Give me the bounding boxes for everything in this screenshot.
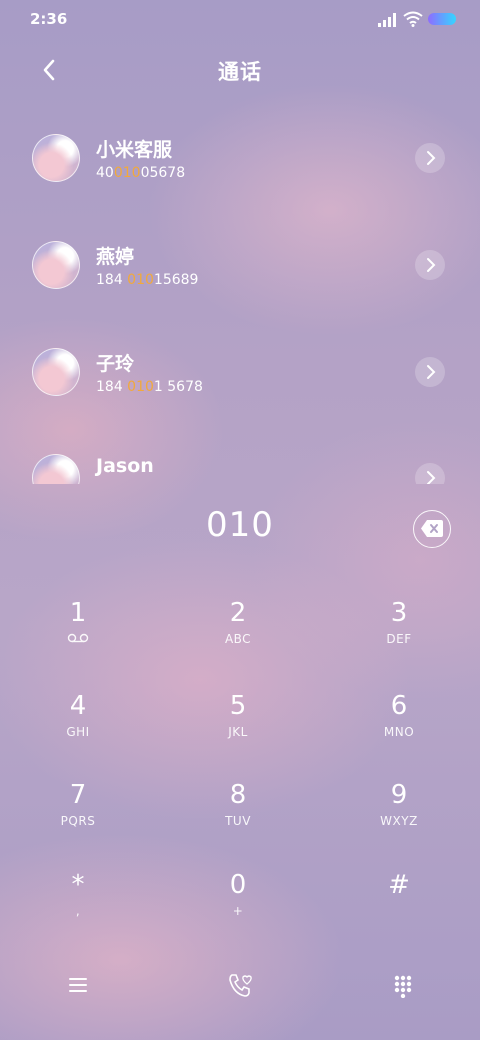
contact-number: 4001005678 bbox=[96, 165, 186, 181]
key-4[interactable]: 4 GHI bbox=[18, 691, 138, 761]
contact-name: 子玲 bbox=[96, 353, 135, 375]
key-9[interactable]: 9 WXYZ bbox=[339, 780, 459, 850]
contact-detail-button[interactable] bbox=[415, 143, 445, 173]
avatar bbox=[32, 348, 80, 396]
chevron-right-icon bbox=[427, 258, 436, 272]
backspace-icon bbox=[421, 520, 443, 537]
contact-name: 燕婷 bbox=[96, 246, 135, 268]
status-bar: 2:36 bbox=[0, 0, 480, 40]
dialpad-icon[interactable] bbox=[393, 974, 413, 998]
contact-number: 184 0101 5678 bbox=[96, 379, 203, 395]
key-hash[interactable]: # bbox=[339, 870, 459, 940]
avatar bbox=[32, 241, 80, 289]
backspace-button[interactable] bbox=[413, 510, 451, 548]
key-8[interactable]: 8 TUV bbox=[178, 780, 298, 850]
key-3[interactable]: 3 DEF bbox=[339, 598, 459, 668]
status-time: 2:36 bbox=[30, 10, 68, 28]
contact-detail-button[interactable] bbox=[415, 250, 445, 280]
battery-icon bbox=[428, 13, 456, 25]
contact-name: Jason bbox=[96, 455, 154, 477]
key-0[interactable]: 0 + bbox=[178, 870, 298, 940]
key-star[interactable]: *, bbox=[18, 870, 138, 940]
avatar bbox=[32, 134, 80, 182]
header: 通话 bbox=[0, 40, 480, 100]
contact-number: 184 01015689 bbox=[96, 272, 199, 288]
contact-item[interactable]: 子玲 184 0101 5678 bbox=[0, 322, 480, 428]
key-6[interactable]: 6 MNO bbox=[339, 691, 459, 761]
contact-detail-button[interactable] bbox=[415, 463, 445, 484]
avatar bbox=[32, 454, 80, 484]
key-2[interactable]: 2 ABC bbox=[178, 598, 298, 668]
contact-detail-button[interactable] bbox=[415, 357, 445, 387]
contact-item[interactable]: 燕婷 184 01015689 bbox=[0, 215, 480, 321]
menu-icon[interactable] bbox=[68, 976, 88, 994]
key-1[interactable]: 1 bbox=[18, 598, 138, 668]
call-icon[interactable] bbox=[226, 972, 254, 1000]
key-5[interactable]: 5 JKL bbox=[178, 691, 298, 761]
wifi-icon bbox=[403, 11, 423, 27]
contact-item[interactable]: 小米客服 4001005678 bbox=[0, 108, 480, 214]
contact-list: 小米客服 4001005678 燕婷 184 01015689 子玲 184 0… bbox=[0, 108, 480, 484]
contact-name: 小米客服 bbox=[96, 139, 173, 161]
chevron-right-icon bbox=[427, 471, 436, 484]
bottom-bar bbox=[0, 960, 480, 1020]
signal-icon bbox=[378, 13, 396, 27]
contact-item[interactable]: Jason bbox=[0, 428, 480, 484]
chevron-right-icon bbox=[427, 151, 436, 165]
voicemail-icon bbox=[67, 633, 89, 643]
dialed-number: 010 bbox=[206, 505, 274, 545]
page-title: 通话 bbox=[218, 60, 262, 84]
key-7[interactable]: 7 PQRS bbox=[18, 780, 138, 850]
chevron-right-icon bbox=[427, 365, 436, 379]
